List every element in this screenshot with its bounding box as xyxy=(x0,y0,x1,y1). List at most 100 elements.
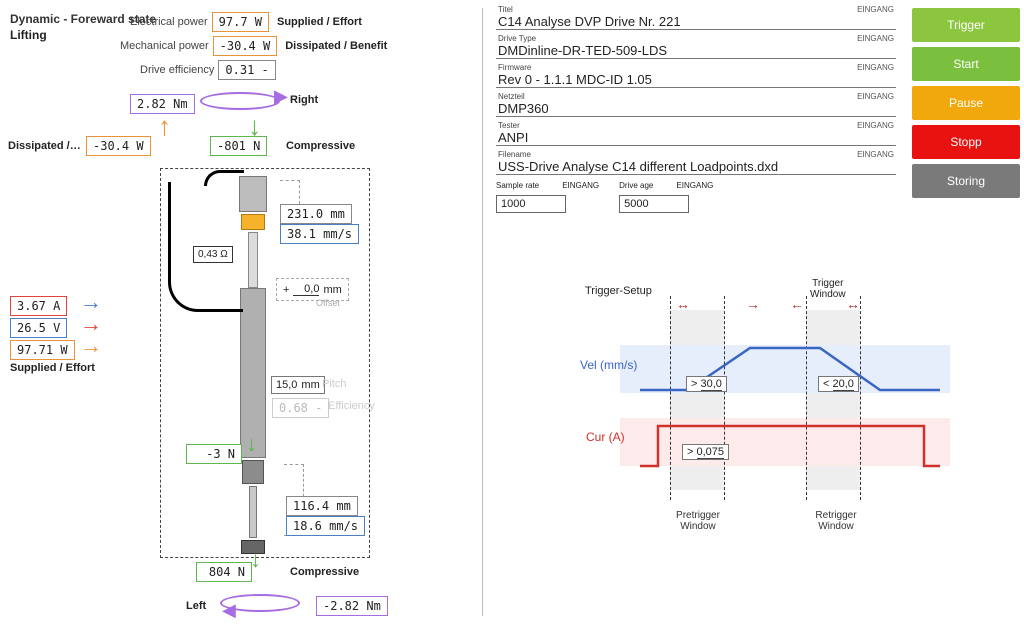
elec-power-value: 97.7 W xyxy=(212,12,269,32)
store-button[interactable]: Storing xyxy=(912,164,1020,198)
mech-power-desc: Dissipated / Benefit xyxy=(285,40,387,52)
fw-tag: EINGANG xyxy=(857,63,894,72)
state-subtitle: Lifting xyxy=(10,28,47,42)
retrigger-label: Retrigger Window xyxy=(806,510,866,532)
eff2-value: 0.68 - xyxy=(272,398,329,418)
force-top: -801 N xyxy=(210,136,267,156)
age-tag: EINGANG xyxy=(676,181,713,190)
supplied-label: Supplied / Effort xyxy=(10,362,95,374)
file-label: Filename xyxy=(498,150,894,159)
drive-eff-value: 0.31 - xyxy=(218,60,275,80)
cur-label: Cur (A) xyxy=(586,430,625,444)
title-label: Titel xyxy=(498,5,894,14)
arrow-force-bot: ↓ xyxy=(250,554,261,566)
resistance-value: 0,43 Ω xyxy=(193,246,233,263)
panel-divider xyxy=(482,8,483,616)
tester-label: Tester xyxy=(498,121,894,130)
gt-sign-2: > xyxy=(687,446,693,458)
form-row-tester[interactable]: Tester EINGANG ANPI xyxy=(496,120,896,146)
input-power: 97.71 W xyxy=(10,340,75,360)
trigger-window-label: Trigger Window xyxy=(810,278,846,300)
offset-value[interactable]: 0,0 xyxy=(293,283,319,296)
psu-tag: EINGANG xyxy=(857,92,894,101)
arrow-up-orange: ↑ xyxy=(158,120,171,132)
mech-power-label: Mechanical power xyxy=(120,40,209,52)
trigger-button[interactable]: Trigger xyxy=(912,8,1020,42)
stop-button[interactable]: Stopp xyxy=(912,125,1020,159)
sample-rate-group: Sample rate EINGANG 1000 xyxy=(496,179,599,213)
cable-top-icon xyxy=(204,170,244,186)
form-row-psu[interactable]: Netzteil EINGANG DMP360 xyxy=(496,91,896,117)
dissipated-value: -30.4 W xyxy=(86,136,151,156)
drive-eff-label: Drive efficiency xyxy=(140,64,214,76)
fw-value[interactable]: Rev 0 - 1.1.1 MDC-ID 1.05 xyxy=(498,72,894,87)
vel-gt-box[interactable]: > 30,0 xyxy=(686,376,727,392)
form-row-file[interactable]: Filename EINGANG USS-Drive Analyse C14 d… xyxy=(496,149,896,175)
type-value[interactable]: DMDinline-DR-TED-509-LDS xyxy=(498,43,894,58)
compressive-bot: Compressive xyxy=(290,566,359,578)
force-bot: 804 N xyxy=(196,562,252,582)
file-value[interactable]: USS-Drive Analyse C14 different Loadpoin… xyxy=(498,159,894,174)
arrow-down-green: ↓ xyxy=(248,120,261,132)
drive-age-value[interactable]: 5000 xyxy=(619,195,689,213)
form-row-type[interactable]: Drive Type EINGANG DMDinline-DR-TED-509-… xyxy=(496,33,896,59)
sr-label: Sample rate xyxy=(496,181,539,190)
lt-sign: < xyxy=(823,378,829,390)
form-row-firmware[interactable]: Firmware EINGANG Rev 0 - 1.1.1 MDC-ID 1.… xyxy=(496,62,896,88)
type-tag: EINGANG xyxy=(857,34,894,43)
sr-tag: EINGANG xyxy=(562,181,599,190)
actuator-rod-lower xyxy=(249,486,257,538)
title-tag: EINGANG xyxy=(857,5,894,14)
trigger-setup-title: Trigger-Setup xyxy=(585,285,652,297)
torque-bot: -2.82 Nm xyxy=(316,596,388,616)
tester-value[interactable]: ANPI xyxy=(498,130,894,145)
elec-power-label: Electrical power xyxy=(130,16,208,28)
pretrigger-label: Pretrigger Window xyxy=(668,510,728,532)
vel-lt-value[interactable]: 20,0 xyxy=(833,378,854,391)
mech-power-value: -30.4 W xyxy=(213,36,278,56)
pitch-group: 15,0 mm xyxy=(271,376,325,394)
pos1-value: 231.0 mm xyxy=(280,204,352,224)
dissipated-label: Dissipated /… xyxy=(8,140,81,152)
rotation-top-icon xyxy=(200,92,280,110)
arrow-rot-bot: ◀ xyxy=(222,604,236,616)
tester-tag: EINGANG xyxy=(857,121,894,130)
vel-gt-value[interactable]: 30,0 xyxy=(701,378,722,391)
pos2-value: 116.4 mm xyxy=(286,496,358,516)
elec-power-desc: Supplied / Effort xyxy=(277,16,362,28)
arrow-force-mid: ↓ xyxy=(246,438,257,450)
psu-label: Netzteil xyxy=(498,92,894,101)
type-label: Drive Type xyxy=(498,34,894,43)
fw-label: Firmware xyxy=(498,63,894,72)
arrow-rot-top: ▶ xyxy=(274,90,288,102)
arrow-voltage: → xyxy=(80,318,102,330)
cur-gt-box[interactable]: > 0,075 xyxy=(682,444,729,460)
age-label: Drive age xyxy=(619,181,653,190)
cur-gt-value[interactable]: 0,075 xyxy=(697,446,725,459)
button-column: Trigger Start Pause Stopp Storing xyxy=(912,8,1020,203)
title-value[interactable]: C14 Analyse DVP Drive Nr. 221 xyxy=(498,14,894,29)
offset-label: Offset xyxy=(316,298,340,308)
vel-label: Vel (mm/s) xyxy=(580,358,637,372)
pitch-value[interactable]: 15,0 xyxy=(276,379,297,391)
red-arrow-1: ↔ xyxy=(676,296,690,312)
pause-button[interactable]: Pause xyxy=(912,86,1020,120)
actuator-segment xyxy=(242,460,264,484)
vel2-value: 18.6 mm/s xyxy=(286,516,365,536)
sample-rate-value[interactable]: 1000 xyxy=(496,195,566,213)
vel-lt-box[interactable]: < 20,0 xyxy=(818,376,859,392)
psu-value[interactable]: DMP360 xyxy=(498,101,894,116)
red-arrow-4: ↔ xyxy=(846,296,860,312)
vel1-value: 38.1 mm/s xyxy=(280,224,359,244)
offset-unit: mm xyxy=(323,284,341,296)
arrow-power: → xyxy=(80,340,102,352)
pitch-unit: mm xyxy=(301,379,319,391)
form-row-title[interactable]: Titel EINGANG C14 Analyse DVP Drive Nr. … xyxy=(496,4,896,30)
dir-left: Left xyxy=(186,600,206,612)
actuator-collar xyxy=(241,214,265,230)
input-voltage: 26.5 V xyxy=(10,318,67,338)
offset-plus: + xyxy=(283,284,289,296)
gt-sign: > xyxy=(691,378,697,390)
start-button[interactable]: Start xyxy=(912,47,1020,81)
dir-right: Right xyxy=(290,94,318,106)
